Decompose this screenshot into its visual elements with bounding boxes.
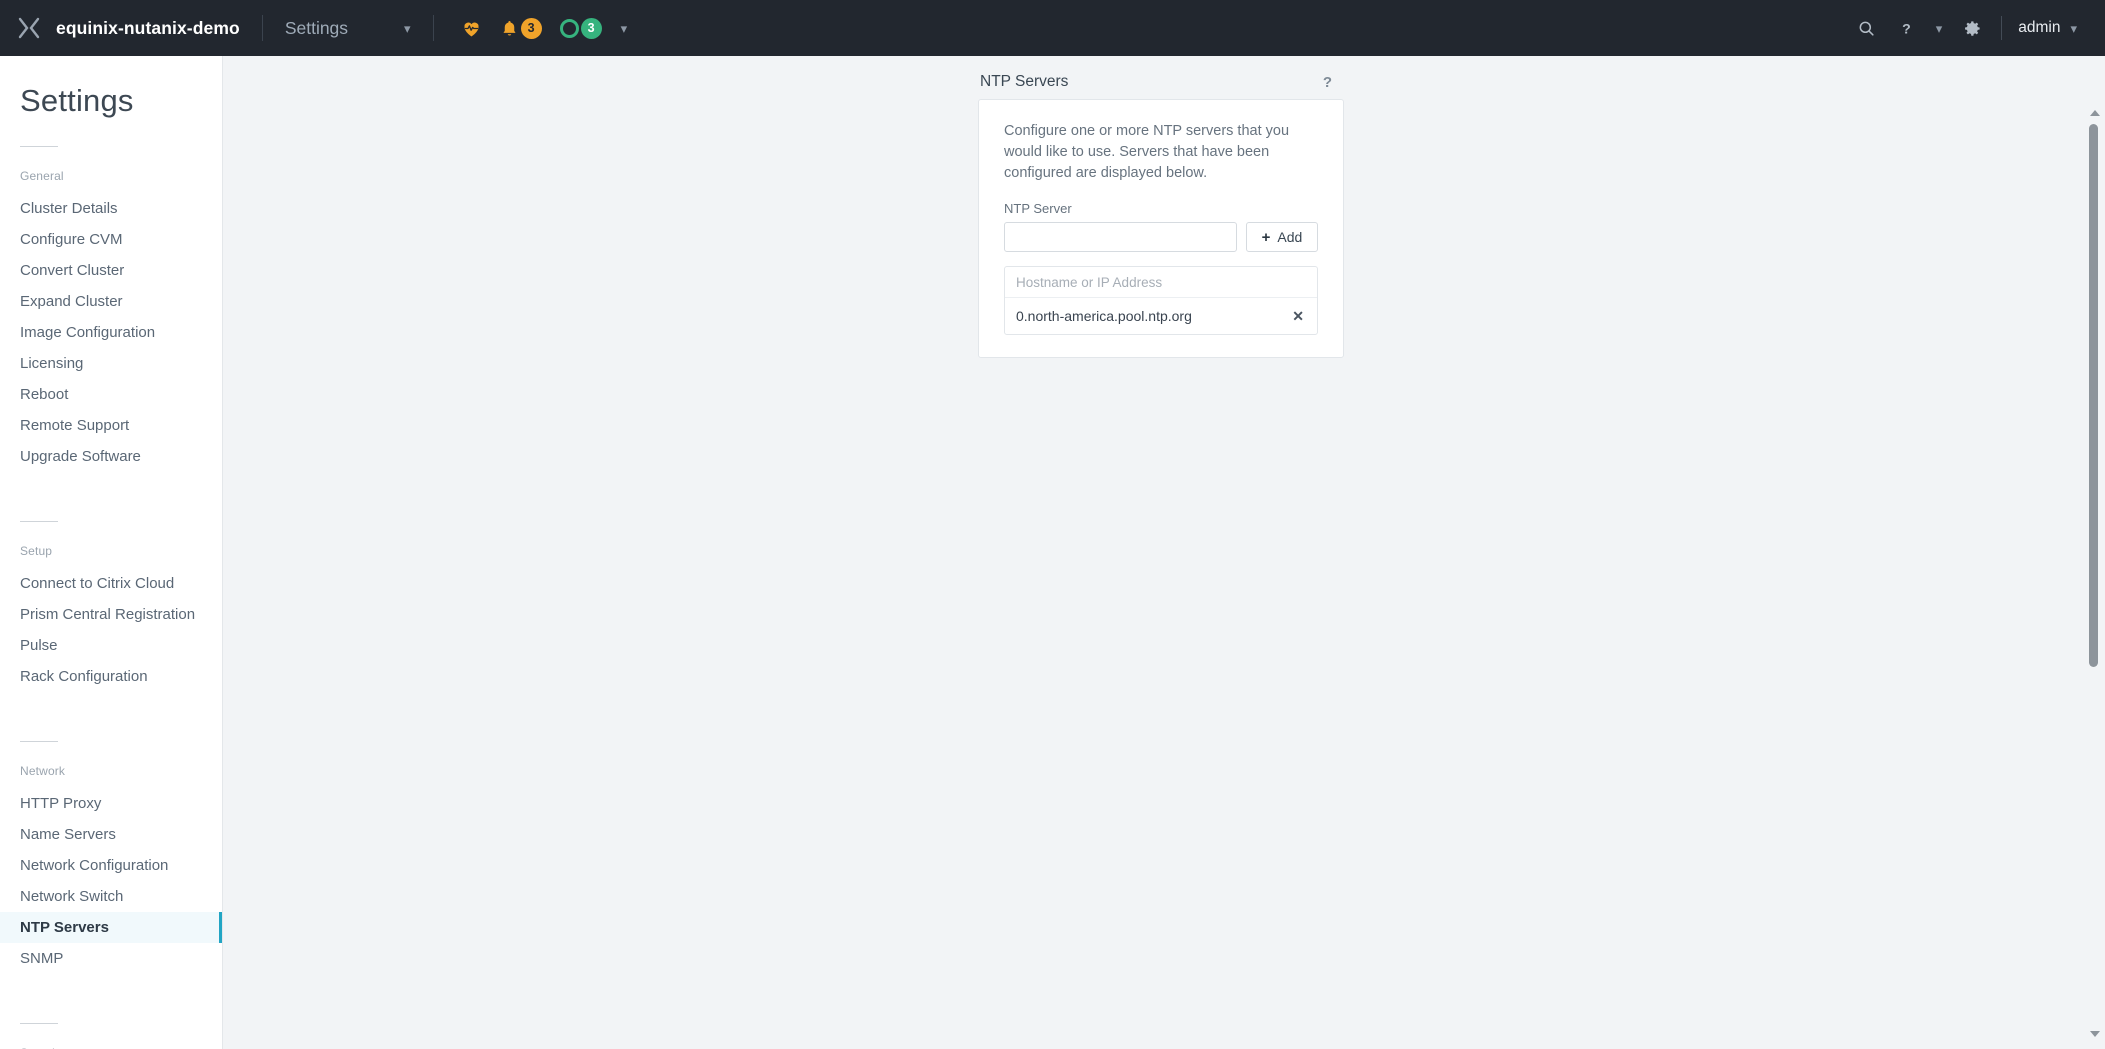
ntp-servers-table: Hostname or IP Address 0.north-america.p… — [1004, 266, 1318, 335]
page-chevron-down-icon[interactable]: ▾ — [404, 22, 411, 35]
sidebar-item-network-configuration[interactable]: Network Configuration — [0, 850, 222, 881]
cluster-name[interactable]: equinix-nutanix-demo — [56, 18, 240, 39]
sidebar-item-network-switch[interactable]: Network Switch — [0, 881, 222, 912]
sidebar-item-connect-to-citrix-cloud[interactable]: Connect to Citrix Cloud — [0, 568, 222, 599]
table-row: 0.north-america.pool.ntp.org ✕ — [1005, 298, 1317, 334]
status-icon-group: 3 3 ▾ — [452, 11, 638, 45]
sidebar-item-rack-configuration[interactable]: Rack Configuration — [0, 661, 222, 692]
ntp-servers-card: Configure one or more NTP servers that y… — [978, 99, 1344, 358]
status-chevron-down-icon[interactable]: ▾ — [611, 22, 638, 35]
header-right-group: ? ▾ admin ▾ — [1846, 11, 2105, 45]
sidebar-title: Settings — [20, 83, 134, 118]
task-ring-icon[interactable]: 3 — [551, 11, 611, 45]
sidebar-item-remote-support[interactable]: Remote Support — [0, 410, 222, 441]
svg-text:?: ? — [1902, 21, 1911, 37]
search-icon[interactable] — [1846, 11, 1887, 45]
sidebar-item-upgrade-software[interactable]: Upgrade Software — [0, 441, 222, 472]
sidebar-group-label-setup: Setup — [20, 544, 53, 558]
settings-sidebar: Settings General Cluster Details Configu… — [0, 56, 223, 1049]
table-column-header-hostname: Hostname or IP Address — [1005, 267, 1317, 298]
gear-icon[interactable] — [1952, 11, 1993, 45]
sidebar-group-label-security: Security — [0, 1024, 222, 1049]
sidebar-item-image-configuration[interactable]: Image Configuration — [0, 317, 222, 348]
help-question-icon[interactable]: ? — [1320, 74, 1335, 91]
alert-count-badge: 3 — [520, 17, 542, 39]
ntp-server-entry-row: + Add — [1004, 222, 1318, 252]
sidebar-item-snmp[interactable]: SNMP — [0, 943, 222, 974]
nutanix-x-logo-icon[interactable] — [14, 13, 44, 43]
ntp-servers-panel: NTP Servers ? Configure one or more NTP … — [978, 65, 1344, 358]
sidebar-item-ntp-servers[interactable]: NTP Servers — [0, 912, 222, 943]
sidebar-item-cluster-details[interactable]: Cluster Details — [0, 193, 222, 224]
sidebar-group-label-network: Network — [20, 764, 66, 778]
add-button-label: Add — [1277, 229, 1303, 245]
sidebar-item-name-servers[interactable]: Name Servers — [0, 819, 222, 850]
sidebar-item-configure-cvm[interactable]: Configure CVM — [0, 224, 222, 255]
sidebar-item-reboot[interactable]: Reboot — [0, 379, 222, 410]
ntp-server-field-label: NTP Server — [1004, 201, 1072, 216]
help-question-icon[interactable]: ? — [1887, 11, 1926, 45]
close-x-icon[interactable]: ✕ — [1290, 309, 1306, 323]
task-count-badge: 3 — [580, 17, 602, 39]
user-chevron-down-icon[interactable]: ▾ — [2060, 22, 2087, 35]
health-heartbeat-icon[interactable] — [452, 11, 491, 45]
main-content-area: NTP Servers ? Configure one or more NTP … — [223, 56, 2105, 1049]
sidebar-item-http-proxy[interactable]: HTTP Proxy — [0, 788, 222, 819]
panel-description: Configure one or more NTP servers that y… — [1004, 123, 1290, 181]
top-navigation-bar: equinix-nutanix-demo Settings ▾ 3 3 ▾ ? … — [0, 0, 2105, 56]
sidebar-group-label-general: General — [20, 169, 64, 183]
header-divider-1 — [261, 15, 263, 41]
sidebar-item-pulse[interactable]: Pulse — [0, 630, 222, 661]
header-divider-3 — [2001, 16, 2003, 40]
ntp-server-hostname: 0.north-america.pool.ntp.org — [1016, 308, 1192, 324]
user-menu-label[interactable]: admin — [2014, 19, 2060, 37]
add-ntp-server-button[interactable]: + Add — [1246, 222, 1318, 252]
header-divider-2 — [432, 15, 434, 41]
ntp-server-input[interactable] — [1004, 222, 1237, 252]
panel-header: NTP Servers ? — [978, 65, 1344, 99]
task-ring-shape — [559, 18, 579, 38]
sidebar-item-licensing[interactable]: Licensing — [0, 348, 222, 379]
alert-bell-icon[interactable]: 3 — [491, 11, 551, 45]
sidebar-item-expand-cluster[interactable]: Expand Cluster — [0, 286, 222, 317]
page-title: NTP Servers — [980, 73, 1069, 90]
current-page-name[interactable]: Settings — [285, 18, 348, 39]
sidebar-item-prism-central-registration[interactable]: Prism Central Registration — [0, 599, 222, 630]
plus-icon: + — [1261, 228, 1271, 246]
sidebar-item-convert-cluster[interactable]: Convert Cluster — [0, 255, 222, 286]
help-chevron-down-icon[interactable]: ▾ — [1926, 22, 1953, 35]
